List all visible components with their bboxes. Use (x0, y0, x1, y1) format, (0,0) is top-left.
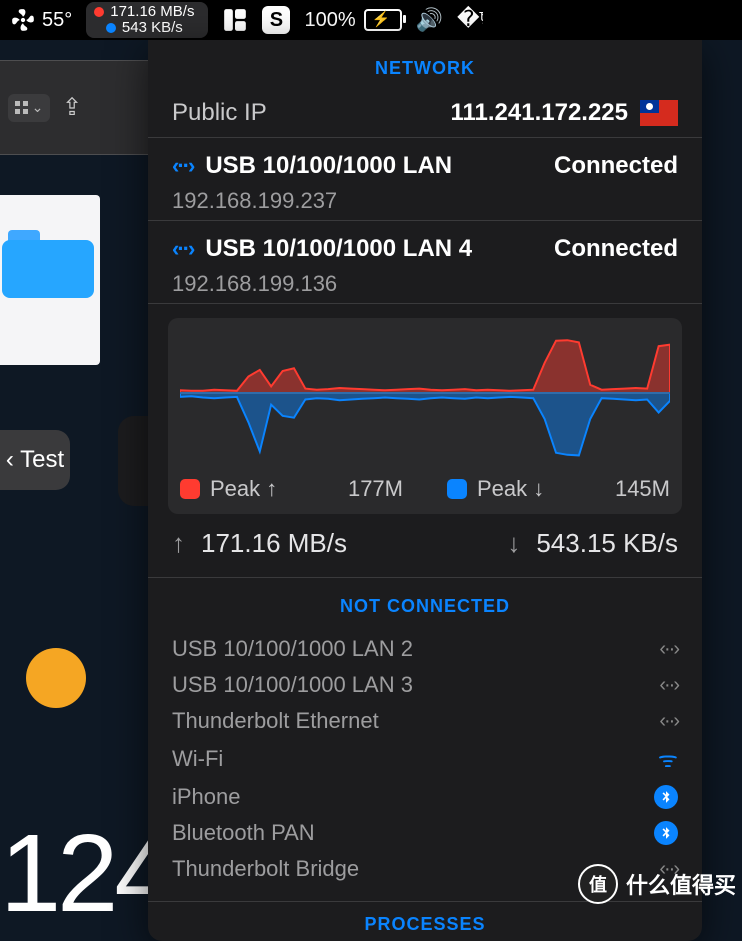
wifi-widget[interactable]: �ছ� (457, 2, 483, 39)
public-ip-row[interactable]: Public IP 111.241.172.225 (148, 89, 702, 137)
macos-menubar: 55° 171.16 MB/s 543 KB/s S 100% ⚡ 🔊 �ছ� (0, 0, 742, 40)
not-connected-name: Thunderbolt Ethernet (172, 708, 379, 734)
legend-upload-swatch (180, 479, 200, 499)
not-connected-row[interactable]: Thunderbolt Ethernet ‹··› (172, 703, 678, 739)
volume-widget[interactable]: 🔊 (416, 7, 443, 33)
ethernet-icon: ‹··› (659, 674, 678, 697)
interface-name: USB 10/100/1000 LAN (205, 152, 452, 180)
not-connected-row[interactable]: iPhone (172, 779, 678, 815)
fan-temp-widget[interactable]: 55° (10, 7, 72, 33)
view-mode-button[interactable]: ⌄ (8, 94, 50, 122)
interface-ip: 192.168.199.237 (172, 180, 678, 214)
not-connected-name: USB 10/100/1000 LAN 2 (172, 636, 413, 662)
network-speed-widget[interactable]: 171.16 MB/s 543 KB/s (86, 2, 208, 38)
not-connected-row[interactable]: USB 10/100/1000 LAN 3 ‹··› (172, 667, 678, 703)
bluetooth-icon (654, 821, 678, 845)
chevron-down-icon: ⌄ (32, 99, 44, 116)
interface-ip: 192.168.199.136 (172, 263, 678, 297)
network-stats-panel: NETWORK Public IP 111.241.172.225 ‹··›US… (148, 40, 702, 941)
not-connected-row[interactable]: USB 10/100/1000 LAN 2 ‹··› (172, 631, 678, 667)
interface-status: Connected (554, 235, 678, 263)
ethernet-icon: ‹··› (172, 236, 193, 262)
wifi-icon: ᯤ (658, 744, 678, 774)
not-connected-name: Thunderbolt Bridge (172, 856, 359, 882)
battery-percent: 100% (304, 9, 355, 32)
battery-icon: ⚡ (364, 9, 402, 31)
legend-peak-down-label: Peak ↓ (477, 476, 544, 502)
share-button[interactable]: ⇪ (62, 93, 82, 122)
clock-widget-fragment: 124 (0, 810, 172, 937)
not-connected-name: iPhone (172, 784, 241, 810)
ethernet-icon: ‹··› (659, 710, 678, 733)
arrow-up-icon: ↑ (172, 528, 185, 559)
flag-icon (640, 100, 678, 126)
finder-toolbar: ⌄ ⇪ (0, 60, 150, 155)
app-s-widget[interactable]: S (262, 6, 290, 34)
test-button[interactable]: ‹ Test (0, 430, 70, 490)
layout-icon (222, 7, 248, 33)
watermark: 值 什么值得买 (578, 864, 736, 904)
watermark-badge-icon: 值 (578, 864, 618, 904)
weather-sun-icon (26, 648, 86, 708)
not-connected-list: USB 10/100/1000 LAN 2‹··›USB 10/100/1000… (148, 627, 702, 895)
traffic-chart-svg (180, 328, 670, 468)
share-icon: ⇪ (62, 94, 82, 121)
battery-widget[interactable]: 100% ⚡ (304, 9, 401, 32)
interface-row[interactable]: ‹··› USB 10/100/1000 LAN Connected 192.16… (148, 138, 702, 220)
ethernet-icon: ‹··› (172, 153, 193, 179)
section-title-network: NETWORK (148, 40, 702, 89)
not-connected-row[interactable]: Wi-Fi ᯤ (172, 739, 678, 779)
interface-status: Connected (554, 152, 678, 180)
current-rates-row: ↑ 171.16 MB/s ↓ 543.15 KB/s (148, 514, 702, 577)
cpu-temp: 55° (42, 9, 72, 32)
legend-peak-down-value: 145M (615, 476, 670, 502)
ethernet-icon: ‹··› (659, 638, 678, 661)
legend-download-swatch (447, 479, 467, 499)
fan-icon (10, 7, 36, 33)
legend-peak-up-value: 177M (348, 476, 403, 502)
legend-peak-up-label: Peak ↑ (210, 476, 277, 502)
section-title-not-connected: NOT CONNECTED (148, 578, 702, 627)
not-connected-name: USB 10/100/1000 LAN 3 (172, 672, 413, 698)
arrow-down-icon: ↓ (507, 528, 520, 559)
section-title-processes: PROCESSES (148, 901, 702, 937)
bluetooth-icon (654, 785, 678, 809)
menubar-download-rate: 543 KB/s (122, 20, 183, 36)
layout-widget[interactable] (222, 7, 248, 33)
speaker-icon: 🔊 (416, 7, 443, 33)
interface-name: USB 10/100/1000 LAN 4 (205, 235, 472, 263)
interface-row[interactable]: ‹··› USB 10/100/1000 LAN 4 Connected 192.… (148, 221, 702, 303)
public-ip-value: 111.241.172.225 (450, 99, 628, 127)
upload-dot-icon (94, 7, 104, 17)
not-connected-row[interactable]: Bluetooth PAN (172, 815, 678, 851)
download-dot-icon (106, 23, 116, 33)
not-connected-name: Bluetooth PAN (172, 820, 315, 846)
watermark-text: 什么值得买 (626, 868, 736, 900)
chart-legend: Peak ↑ 177M Peak ↓ 145M (180, 468, 670, 502)
not-connected-name: Wi-Fi (172, 746, 223, 772)
folder-icon[interactable] (2, 230, 94, 298)
traffic-chart: Peak ↑ 177M Peak ↓ 145M (168, 318, 682, 514)
wifi-icon: �ছ� (457, 2, 483, 39)
grid-icon (15, 101, 28, 114)
menubar-upload-rate: 171.16 MB/s (110, 4, 194, 20)
current-upload-rate: 171.16 MB/s (201, 528, 347, 559)
public-ip-label: Public IP (172, 99, 267, 127)
current-download-rate: 543.15 KB/s (536, 528, 678, 559)
s-icon: S (262, 6, 290, 34)
